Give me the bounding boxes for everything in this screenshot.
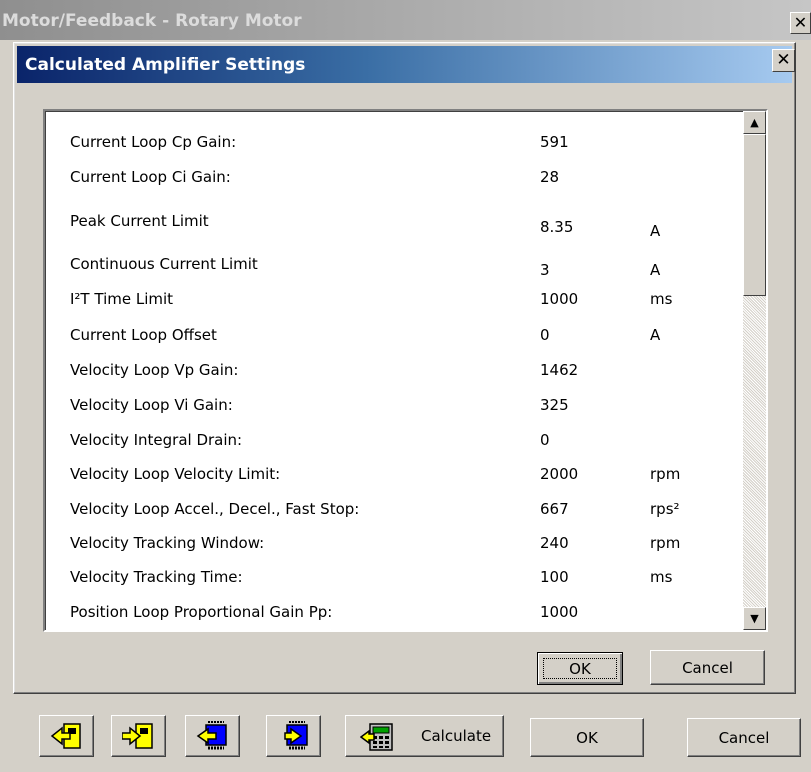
- settings-row: Continuous Current Limit 3 A: [45, 251, 745, 281]
- setting-value: 100: [540, 568, 569, 586]
- dialog-ok-label: OK: [569, 659, 591, 678]
- setting-label: I²T Time Limit: [70, 290, 174, 308]
- setting-unit: A: [650, 326, 661, 344]
- calculate-button[interactable]: Calculate: [345, 715, 504, 757]
- setting-label: Velocity Loop Accel., Decel., Fast Stop:: [70, 500, 360, 518]
- setting-value: 0: [540, 326, 550, 344]
- setting-value: 1462: [540, 361, 579, 379]
- settings-list: Current Loop Cp Gain: 591 Current Loop Ci …: [45, 111, 745, 630]
- outer-window-title: Motor/Feedback - Rotary Motor: [2, 11, 302, 31]
- calculator-icon: [360, 723, 393, 751]
- setting-unit: A: [650, 222, 661, 240]
- setting-value: 1000: [540, 603, 579, 621]
- dialog-ok-button[interactable]: OK: [537, 652, 623, 685]
- setting-unit: ms: [650, 568, 673, 586]
- settings-row: Peak Current Limit 8.35 A: [45, 208, 745, 240]
- write-to-amplifier-button[interactable]: [266, 715, 321, 757]
- dialog-cancel-button[interactable]: Cancel: [650, 650, 765, 685]
- setting-value: 3: [540, 261, 550, 279]
- settings-row: Velocity Loop Vp Gain: 1462: [45, 357, 745, 387]
- ok-button[interactable]: OK: [530, 718, 644, 757]
- setting-value: 1000: [540, 290, 579, 308]
- ok-label: OK: [576, 728, 598, 747]
- setting-label: Velocity Loop Velocity Limit:: [70, 465, 281, 483]
- vertical-scrollbar[interactable]: ▲ ▼: [743, 111, 766, 630]
- setting-value: 591: [540, 133, 569, 151]
- setting-label: Velocity Loop Vp Gain:: [70, 361, 239, 379]
- settings-row: Current Loop Offset 0 A: [45, 322, 745, 352]
- cancel-label: Cancel: [718, 728, 770, 747]
- settings-row: Velocity Tracking Time: 100 ms: [45, 564, 745, 594]
- calculate-label: Calculate: [421, 727, 492, 745]
- settings-row: Current Loop Ci Gain: 28: [45, 164, 745, 194]
- setting-value: 8.35: [540, 218, 574, 236]
- settings-row: Velocity Loop Velocity Limit: 2000 rpm: [45, 461, 745, 491]
- dialog-cancel-label: Cancel: [682, 658, 733, 677]
- outer-window-close-button[interactable]: ✕: [790, 12, 811, 34]
- amplifier-read-arrow-icon: [196, 721, 227, 750]
- setting-label: Peak Current Limit: [70, 212, 209, 230]
- settings-row: Velocity Loop Vi Gain: 325: [45, 392, 745, 422]
- setting-value: 325: [540, 396, 569, 414]
- setting-label: Continuous Current Limit: [70, 255, 258, 273]
- settings-row: Velocity Tracking Window: 240 rpm: [45, 530, 745, 560]
- dialog-title: Calculated Amplifier Settings: [25, 55, 306, 75]
- dialog-close-button[interactable]: ✕: [772, 49, 795, 72]
- save-file-arrow-icon: [121, 723, 153, 749]
- setting-value: 0: [540, 431, 550, 449]
- scroll-up-button[interactable]: ▲: [743, 111, 766, 134]
- dialog-titlebar: Calculated Amplifier Settings: [17, 46, 792, 83]
- setting-value: 2000: [540, 465, 579, 483]
- setting-unit: A: [650, 261, 661, 279]
- setting-value: 667: [540, 500, 569, 518]
- outer-window-titlebar: Motor/Feedback - Rotary Motor: [0, 0, 811, 40]
- open-file-arrow-icon: [50, 723, 81, 749]
- setting-label: Current Loop Cp Gain:: [70, 133, 237, 151]
- restore-from-disk-button[interactable]: [39, 715, 94, 757]
- settings-list-panel: Current Loop Cp Gain: 591 Current Loop Ci …: [43, 109, 768, 632]
- setting-label: Velocity Integral Drain:: [70, 431, 243, 449]
- read-from-amplifier-button[interactable]: [185, 715, 240, 757]
- setting-label: Velocity Loop Vi Gain:: [70, 396, 233, 414]
- setting-value: 240: [540, 534, 569, 552]
- setting-label: Velocity Tracking Time:: [70, 568, 243, 586]
- settings-row: Velocity Integral Drain: 0: [45, 427, 745, 457]
- settings-row: Position Loop Proportional Gain Pp: 1000: [45, 599, 745, 629]
- setting-label: Position Loop Proportional Gain Pp:: [70, 603, 333, 621]
- setting-unit: ms: [650, 290, 673, 308]
- setting-unit: rpm: [650, 534, 681, 552]
- scroll-down-button[interactable]: ▼: [743, 607, 766, 630]
- setting-label: Current Loop Ci Gain:: [70, 168, 231, 186]
- amplifier-write-arrow-icon: [283, 721, 308, 750]
- settings-row: I²T Time Limit 1000 ms: [45, 286, 745, 316]
- setting-unit: rps²: [650, 500, 680, 518]
- settings-row: Current Loop Cp Gain: 591: [45, 129, 745, 159]
- setting-unit: rpm: [650, 465, 681, 483]
- setting-label: Velocity Tracking Window:: [70, 534, 265, 552]
- setting-label: Current Loop Offset: [70, 326, 217, 344]
- settings-row: Velocity Loop Accel., Decel., Fast Stop:…: [45, 496, 745, 526]
- scroll-thumb[interactable]: [743, 134, 766, 296]
- save-to-disk-button[interactable]: [111, 715, 166, 757]
- setting-value: 28: [540, 168, 560, 186]
- cancel-button[interactable]: Cancel: [687, 718, 801, 757]
